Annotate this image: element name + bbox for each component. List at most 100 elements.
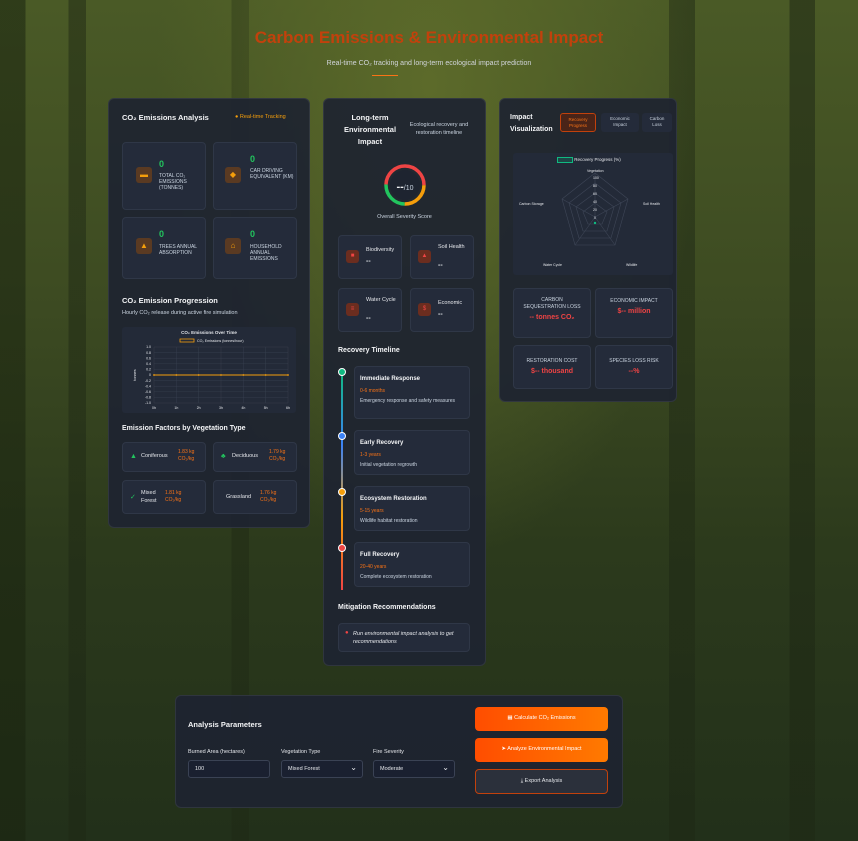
page-title: Carbon Emissions & Environmental Impact xyxy=(254,28,604,47)
timeline-line xyxy=(341,372,343,590)
x-tick-label: 6h xyxy=(286,406,290,410)
stat-label: HOUSEHOLD ANNUAL EMISSIONS xyxy=(250,244,282,262)
radar-axis-label: Wildlife xyxy=(626,263,638,267)
tab-carbon-loss[interactable]: Carbon Loss xyxy=(642,113,672,132)
data-point xyxy=(175,374,178,376)
timeline-title: Recovery Timeline xyxy=(338,347,400,354)
stat-value: $-- thousand xyxy=(531,368,573,375)
stat-value: 0 xyxy=(250,154,256,164)
area-label: Burned Area (hectares) xyxy=(188,749,245,755)
metric-label: Water Cycle xyxy=(366,297,396,303)
timeline-item-desc: Wildlife habitat restoration xyxy=(360,518,418,524)
timeline-item-desc: Complete ecosystem restoration xyxy=(360,574,432,580)
x-tick-label: 0h xyxy=(152,406,156,410)
y-tick-label: 0.4 xyxy=(146,362,151,366)
realtime-badge: ● Real-time Tracking xyxy=(235,114,286,120)
truck-icon: ▬ xyxy=(136,167,152,183)
bell-icon: ▲ xyxy=(136,238,152,254)
co2-emissions-panel: CO₂ Emissions Analysis ● Real-time Track… xyxy=(108,98,310,528)
radar-chart: Recovery Progress (%) Vegetation Soil He… xyxy=(513,153,673,275)
chevron-down-icon: ⌄ xyxy=(350,763,357,772)
stat-value: 0 xyxy=(159,159,165,169)
vegetation-label: Vegetation Type xyxy=(281,749,321,755)
metric-value: -- xyxy=(366,258,371,265)
stat-card-car-km: ◆ 0 CAR DRIVING EQUIVALENT (KM) xyxy=(213,142,297,210)
metric-biodiversity: ■ Biodiversity -- xyxy=(338,235,402,279)
stat-label: TREES ANNUAL ABSORPTION xyxy=(159,244,197,256)
factor-value: 1.81 kg CO₂/kg xyxy=(165,490,182,503)
tab-label: Carbon Loss xyxy=(649,116,665,127)
y-tick-label: 0 xyxy=(149,373,151,377)
home-icon: ⌂ xyxy=(225,238,241,254)
timeline-item-ecosystem: Ecosystem Restoration 5-15 years Wildlif… xyxy=(354,486,470,531)
radar-tick: 100 xyxy=(593,176,599,180)
timeline-item-title: Full Recovery xyxy=(360,552,400,558)
x-tick-label: 4h xyxy=(241,406,245,410)
tab-economic-impact[interactable]: Economic Impact xyxy=(601,113,639,132)
stat-card-household: ⌂ 0 HOUSEHOLD ANNUAL EMISSIONS xyxy=(213,217,297,279)
panel-title: CO₂ Emissions Analysis xyxy=(122,113,209,122)
y-tick-label: -0.2 xyxy=(145,379,151,383)
timeline-dot xyxy=(338,432,346,440)
radar-axis-label: Soil Health xyxy=(643,202,660,206)
stat-value: 0 xyxy=(159,229,165,239)
data-point xyxy=(287,374,289,376)
panel-title: Long-term Environmental Impact xyxy=(343,113,397,146)
stat-card-total-co2: ▬ 0 TOTAL CO₂ EMISSIONS (TONNES) xyxy=(122,142,206,210)
tab-label: Economic Impact xyxy=(610,116,630,127)
factor-coniferous: ▲ Coniferous 1.83 kg CO₂/kg xyxy=(122,442,206,472)
stat-label: SPECIES LOSS RISK xyxy=(609,358,659,364)
carbon-loss-card: CARBON SEQUESTRATION LOSS -- tonnes CO₂ xyxy=(513,288,591,338)
data-point xyxy=(197,374,200,376)
restoration-cost-card: RESTORATION COST $-- thousand xyxy=(513,345,591,389)
data-point xyxy=(153,374,155,376)
factor-value: 1.79 kg CO₂/kg xyxy=(269,449,286,462)
input-value: 100 xyxy=(195,766,205,772)
export-analysis-button[interactable]: ⤓ Export Analysis xyxy=(475,769,608,794)
stat-value: $-- million xyxy=(617,308,651,315)
radar-tick: 40 xyxy=(593,200,597,204)
chart-title: CO₂ Emissions Over Time xyxy=(181,330,237,335)
x-tick-label: 5h xyxy=(264,406,268,410)
factor-name: Grassland xyxy=(226,494,252,500)
y-tick-label: 0.2 xyxy=(146,368,151,372)
impact-visualization-panel: Impact Visualization Recovery Progress E… xyxy=(499,98,677,402)
timeline-item-title: Immediate Response xyxy=(360,376,421,382)
analyze-impact-button[interactable]: ➤ Analyze Environmental Impact xyxy=(475,738,608,762)
radar-axis-label: Carbon Storage xyxy=(519,202,544,206)
economic-impact-card: ECONOMIC IMPACT $-- million xyxy=(595,288,673,338)
burned-area-input[interactable]: 100 xyxy=(188,760,270,778)
panel-subtitle: Ecological recovery and restoration time… xyxy=(409,122,469,136)
factor-name: Coniferous xyxy=(141,453,168,459)
stat-card-trees: ▲ 0 TREES ANNUAL ABSORPTION xyxy=(122,217,206,279)
page-subtitle: Real-time CO₂ tracking and long-term eco… xyxy=(326,60,532,67)
legend-swatch xyxy=(179,338,195,343)
legend-label: CO₂ Emissions (tonnes/hour) xyxy=(197,339,244,343)
x-tick-label: 3h xyxy=(219,406,223,410)
button-label: Analyze Environmental Impact xyxy=(507,746,582,752)
factor-deciduous: ♣ Deciduous 1.79 kg CO₂/kg xyxy=(213,442,297,472)
stat-label: TOTAL CO₂ EMISSIONS (TONNES) xyxy=(159,173,187,191)
y-tick-label: 0.6 xyxy=(146,356,151,360)
button-label: Export Analysis xyxy=(524,778,563,784)
timeline-item-period: 20-40 years xyxy=(360,564,387,570)
timeline-item-full: Full Recovery 20-40 years Complete ecosy… xyxy=(354,542,470,587)
button-label: Calculate CO₂ Emissions xyxy=(514,715,576,721)
radar-axis-label: Vegetation xyxy=(587,169,604,173)
factor-mixed-forest: ✓ Mixed Forest 1.81 kg CO₂/kg xyxy=(122,480,206,514)
timeline-item-immediate: Immediate Response 0-6 months Emergency … xyxy=(354,366,470,419)
timeline-item-period: 1-3 years xyxy=(360,452,381,458)
y-tick-label: -0.6 xyxy=(145,390,151,394)
tab-label: Recovery Progress xyxy=(568,117,588,128)
stat-value: --% xyxy=(628,368,640,375)
factor-value: 1.76 kg CO₂/kg xyxy=(260,490,277,503)
timeline-dot xyxy=(338,488,346,496)
stat-label: RESTORATION COST xyxy=(526,358,578,364)
tab-recovery-progress[interactable]: Recovery Progress xyxy=(560,113,596,132)
calculate-co2-button[interactable]: ▦ Calculate CO₂ Emissions xyxy=(475,707,608,731)
fire-severity-select[interactable]: Moderate ⌄ xyxy=(373,760,455,778)
vegetation-select[interactable]: Mixed Forest ⌄ xyxy=(281,760,363,778)
co2-chart: CO₂ Emissions Over Time CO₂ Emissions (to… xyxy=(122,327,296,413)
y-tick-label: -1.0 xyxy=(145,401,151,405)
mitigation-box: ● Run environmental impact analysis to g… xyxy=(338,623,470,652)
